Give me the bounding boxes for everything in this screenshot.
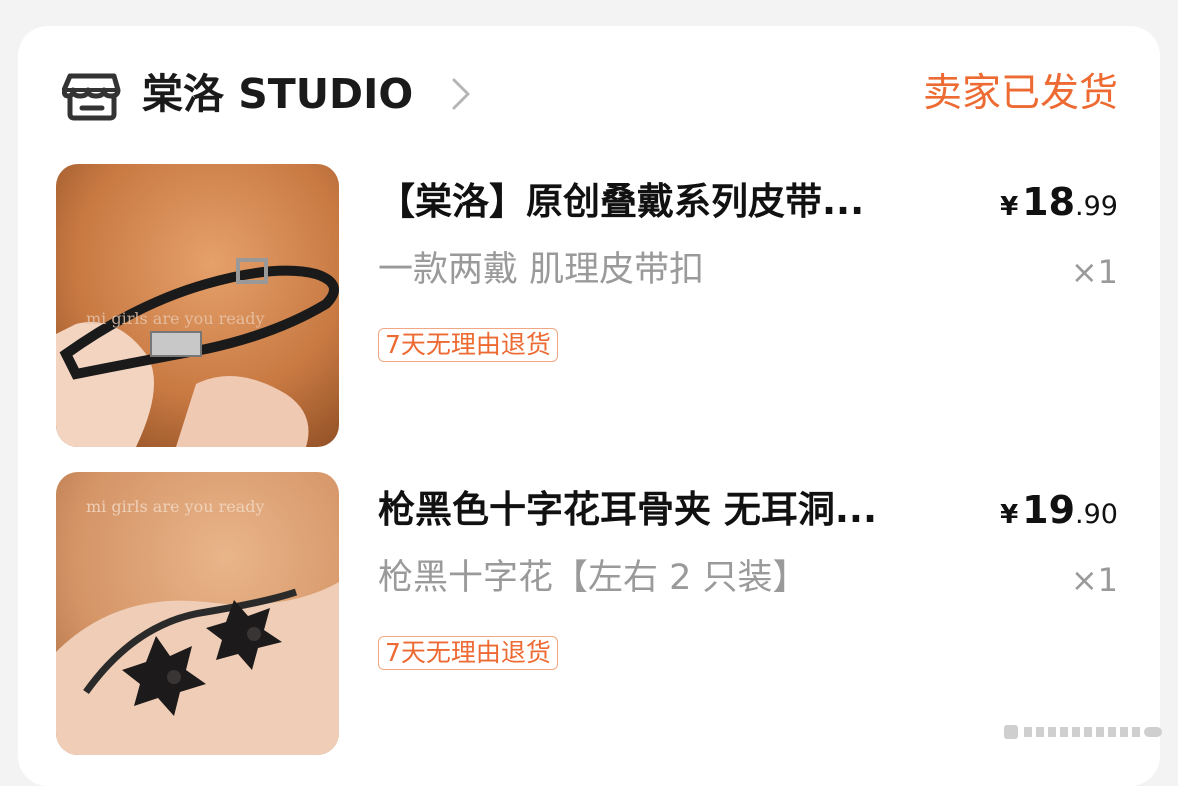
return-policy-badge: 7天无理由退货 [378,328,558,362]
chevron-right-icon[interactable] [450,76,472,112]
store-icon [62,66,122,122]
price-decimal: .99 [1075,191,1118,222]
product-price: ¥18.99 [1000,180,1118,232]
product-title[interactable]: 枪黑色十字花耳骨夹 无耳洞... [378,488,966,532]
product-quantity: ×1 [1071,558,1118,602]
product-image[interactable]: mi girls are you ready [56,472,339,755]
price-integer: 18 [1022,180,1075,224]
product-price: ¥19.90 [1000,488,1118,540]
watermark-text: mi girls are you ready [86,497,265,516]
shop-header[interactable]: 棠洛 STUDIO 卖家已发货 [62,66,1118,122]
product-quantity: ×1 [1071,250,1118,294]
return-policy-badge: 7天无理由退货 [378,636,558,670]
price-decimal: .90 [1075,499,1118,530]
order-status: 卖家已发货 [923,70,1118,118]
platform-watermark-logo [1004,722,1164,742]
shop-name[interactable]: 棠洛 STUDIO [142,70,413,118]
product-image[interactable]: mi girls are you ready [56,164,339,447]
product-spec: 一款两戴 肌理皮带扣 [378,248,704,292]
price-currency: ¥ [1000,500,1018,530]
order-card: 棠洛 STUDIO 卖家已发货 [18,26,1160,786]
price-currency: ¥ [1000,192,1018,222]
product-spec: 枪黑十字花【左右 2 只装】 [378,556,808,600]
price-integer: 19 [1022,488,1075,532]
watermark-text: mi girls are you ready [86,309,265,328]
order-item[interactable]: mi girls are you ready 【棠洛】原创叠戴系列皮带... ¥… [56,164,1118,454]
product-title[interactable]: 【棠洛】原创叠戴系列皮带... [378,180,966,224]
order-item[interactable]: mi girls are you ready 枪黑色十字花耳骨夹 无耳洞... … [56,472,1118,762]
